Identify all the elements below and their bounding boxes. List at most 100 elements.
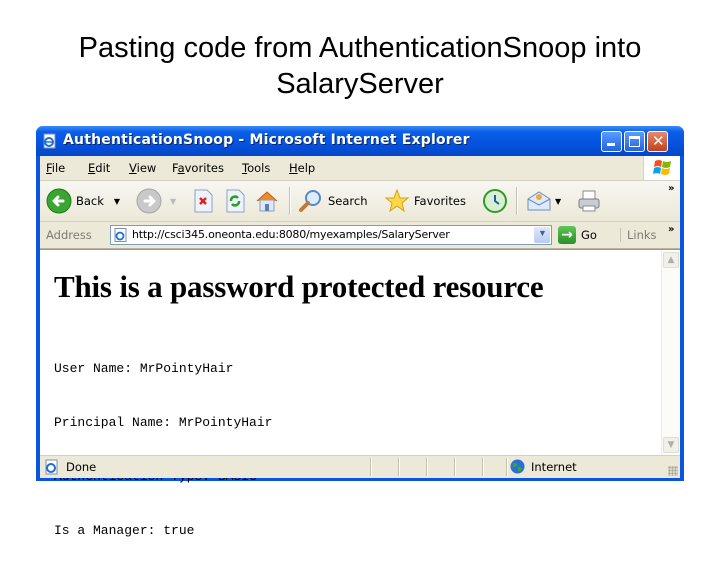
security-zone[interactable]: Internet [510,459,577,474]
resize-grip[interactable] [668,466,678,476]
auth-info: User Name: MrPointyHair Principal Name: … [54,324,654,576]
menu-edit[interactable]: Edit [88,161,110,175]
go-label: Go [581,228,597,242]
ie-page-icon [45,459,58,475]
menu-accelerator: a [177,161,185,175]
search-label: Search [328,194,368,208]
back-dropdown-icon[interactable]: ▼ [114,197,120,206]
window-title: AuthenticationSnoop - Microsoft Internet… [63,132,470,148]
principal-name-value: MrPointyHair [178,415,273,430]
status-divider [506,458,508,476]
page-content: This is a password protected resource Us… [40,249,680,538]
status-text: Done [44,459,96,475]
search-button[interactable]: Search [298,187,368,215]
close-button[interactable]: ✕ [647,131,668,152]
windows-logo [643,156,680,180]
slide-title: Pasting code from AuthenticationSnoop in… [0,30,720,102]
favorites-button[interactable]: Favorites [384,187,466,215]
slide-title-line-1: Pasting code from AuthenticationSnoop in… [78,32,642,64]
menu-accelerator: V [129,161,137,175]
menu-favorites[interactable]: Favorites [172,161,224,175]
menu-view[interactable]: View [129,161,156,175]
menu-accelerator: F [46,161,52,175]
page-body: This is a password protected resource Us… [54,250,654,576]
menu-bar: File Edit View Favorites Tools Help [40,156,680,181]
back-label: Back [76,194,104,208]
user-name-row: User Name: MrPointyHair [54,360,654,378]
browser-client: File Edit View Favorites Tools Help Back… [40,156,680,538]
browser-window: AuthenticationSnoop - Microsoft Internet… [36,126,684,538]
back-button[interactable]: Back ▼ [46,187,120,215]
title-bar[interactable]: AuthenticationSnoop - Microsoft Internet… [36,126,684,156]
windows-flag-icon [653,160,671,175]
maximize-button[interactable] [624,131,645,152]
links-toolbar[interactable]: Links [620,228,657,242]
print-button[interactable] [576,187,602,215]
address-label: Address [46,228,92,242]
maximize-icon [629,136,640,147]
history-icon [483,189,507,213]
printer-icon [578,190,600,212]
toolbar-separator [289,187,291,215]
page-heading: This is a password protected resource [54,269,544,304]
ie-page-icon [114,228,127,242]
status-divider [454,458,456,476]
address-dropdown-button[interactable]: ▼ [534,227,550,243]
links-overflow-chevron[interactable]: » [668,224,674,235]
vertical-scrollbar[interactable]: ▲ ▼ [661,250,680,455]
home-icon [256,191,278,212]
address-bar: Address http://csci345.oneonta.edu:8080/… [40,222,680,249]
scroll-down-button[interactable]: ▼ [663,437,679,453]
back-arrow-icon [46,188,72,214]
menu-tools[interactable]: Tools [242,161,270,175]
go-button[interactable]: → Go [558,225,597,245]
internet-globe-icon [510,459,525,474]
forward-arrow-icon [136,188,162,214]
address-url: http://csci345.oneonta.edu:8080/myexampl… [132,228,450,241]
menu-file[interactable]: File [46,161,65,175]
user-name-value: MrPointyHair [139,361,234,376]
standard-toolbar: Back ▼ ▼ Search Favorites ▼ » [40,181,680,222]
chevron-down-icon: ▼ [667,440,675,450]
forward-button[interactable]: ▼ [136,187,176,215]
refresh-icon [226,189,245,213]
toolbar-overflow-chevron[interactable]: » [668,183,674,194]
home-button[interactable] [254,187,280,215]
user-name-label: User Name: [54,361,133,376]
stop-button[interactable] [192,187,214,215]
mail-dropdown-icon[interactable]: ▼ [555,197,561,206]
slide-title-line-2: SalaryServer [276,68,444,100]
refresh-button[interactable] [224,187,246,215]
status-bar: Done Internet [40,455,680,478]
go-arrow-icon: → [558,226,576,244]
minimize-button[interactable] [601,131,622,152]
status-divider [482,458,484,476]
chevron-up-icon: ▲ [667,255,675,265]
is-manager-label: Is a Manager: [54,523,156,538]
favorites-label: Favorites [414,194,466,208]
history-button[interactable] [482,187,508,215]
status-divider [398,458,400,476]
search-icon [299,190,321,212]
zone-label: Internet [531,459,577,474]
menu-help[interactable]: Help [289,161,315,175]
is-manager-value: true [163,523,195,538]
close-icon: ✕ [652,132,665,150]
principal-name-label: Principal Name: [54,415,172,430]
is-manager-row: Is a Manager: true [54,522,654,540]
toolbar-separator [516,187,518,215]
ie-page-icon [43,133,56,149]
stop-icon [194,189,213,213]
menu-accelerator: T [242,161,248,175]
menu-accelerator: E [88,161,96,175]
mail-icon [527,191,551,211]
favorites-star-icon [384,188,410,213]
status-divider [370,458,372,476]
scroll-up-button[interactable]: ▲ [663,252,679,268]
forward-dropdown-icon[interactable]: ▼ [170,197,176,206]
chevron-down-icon: ▼ [538,228,547,238]
address-input[interactable]: http://csci345.oneonta.edu:8080/myexampl… [110,225,552,245]
minimize-icon [607,143,615,146]
status-divider [426,458,428,476]
mail-button[interactable]: ▼ [526,187,561,215]
